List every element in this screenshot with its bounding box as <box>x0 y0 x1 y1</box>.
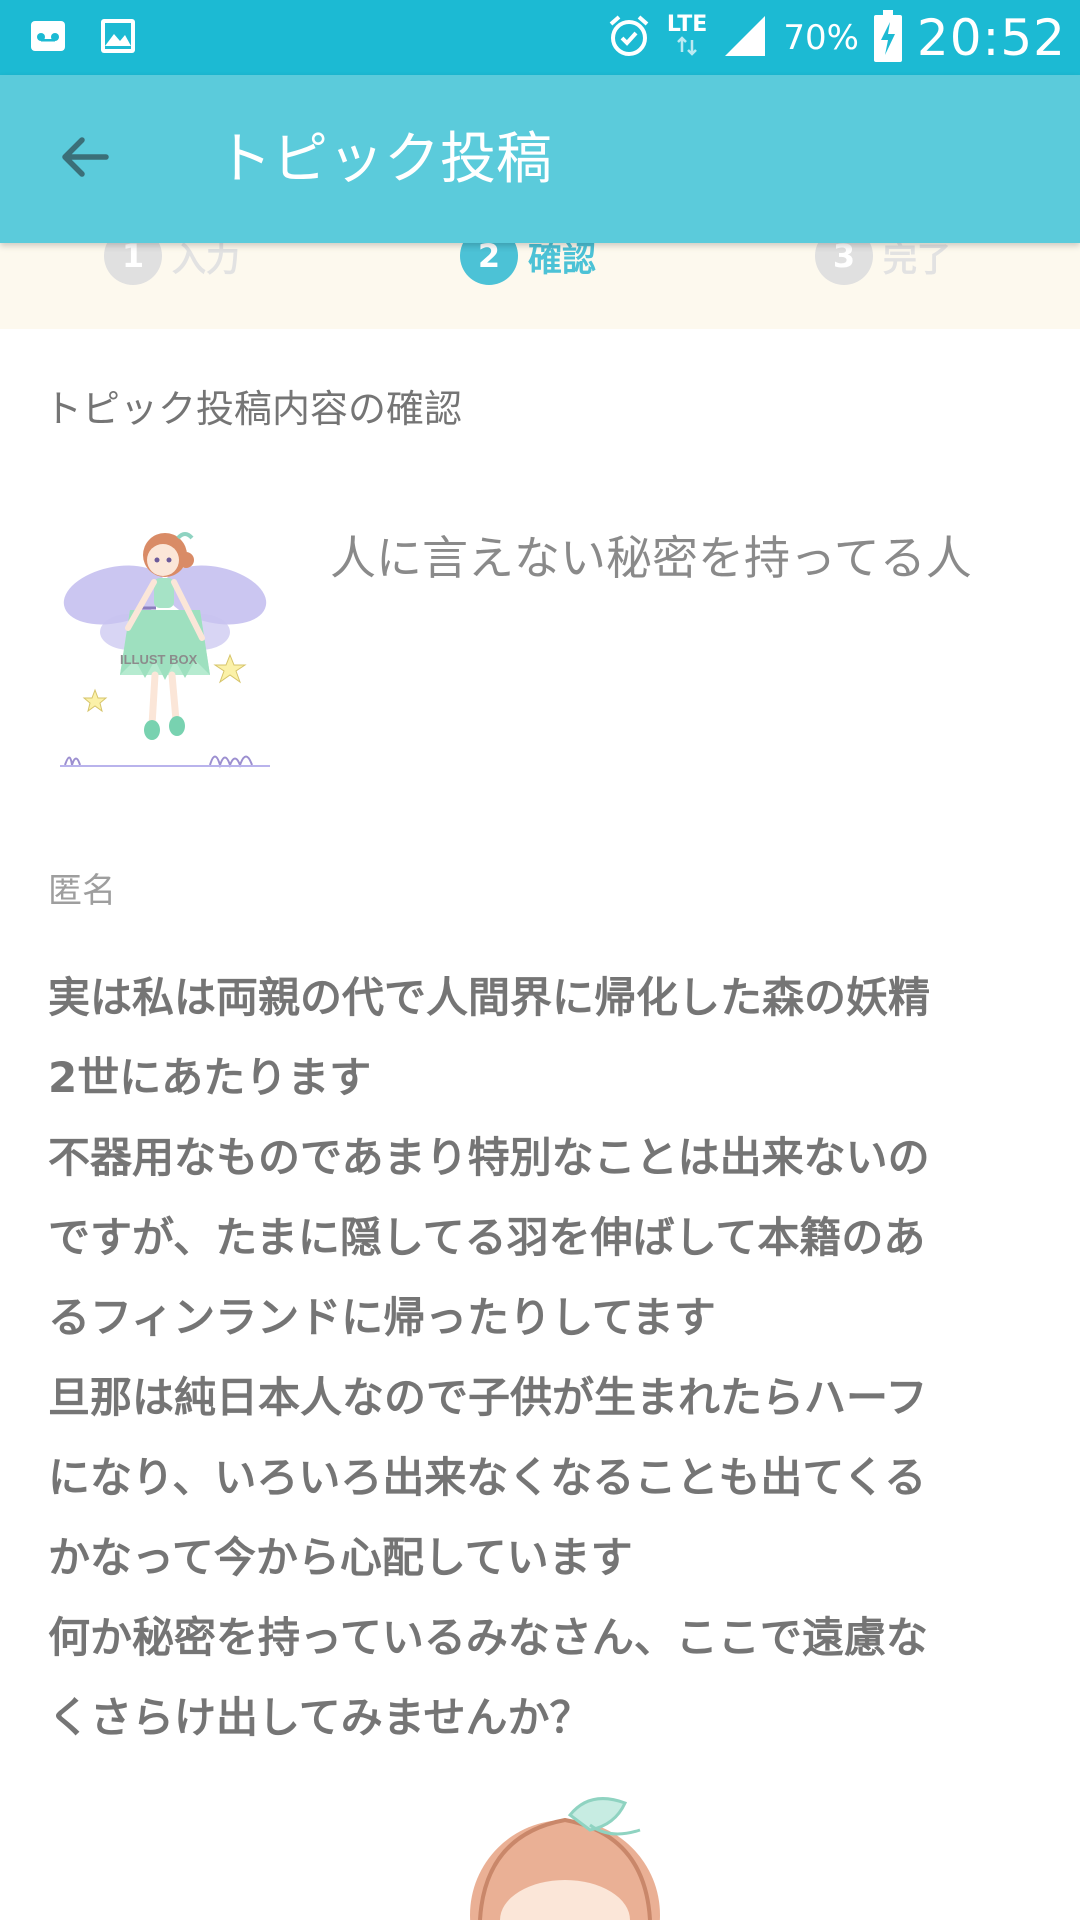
page-title: トピック投稿 <box>216 127 552 192</box>
body-line: 実は私は両親の代で人間界に帰化した森の妖精 <box>48 973 931 1022</box>
battery-percent: 70% <box>783 17 859 58</box>
body-line: るフィンランドに帰ったりしてます <box>48 1293 716 1342</box>
step-number: 3 <box>815 243 873 285</box>
step-number: 2 <box>460 243 518 285</box>
watermark-text: ILLUST BOX <box>120 652 198 667</box>
app-bar: トピック投稿 <box>0 75 1080 243</box>
topic-image: ILLUST BOX <box>60 520 270 770</box>
progress-stepper: 1 入力 2 確認 3 完了 <box>0 243 1080 329</box>
battery-charging-icon <box>873 9 903 66</box>
alarm-icon <box>605 12 653 64</box>
body-line: になり、いろいろ出来なくなることも出てくる <box>48 1453 927 1502</box>
author-name: 匿名 <box>48 871 116 911</box>
body-line: 何か秘密を持っているみなさん、ここで遠慮な <box>48 1613 928 1662</box>
topic-title: 人に言えない秘密を持ってる人 <box>330 531 972 585</box>
body-line: 旦那は純日本人なので子供が生まれたらハーフ <box>48 1373 928 1422</box>
signal-icon <box>721 12 769 64</box>
back-arrow-icon <box>58 131 110 187</box>
step-confirm: 2 確認 <box>460 243 596 285</box>
body-image <box>440 1795 700 1920</box>
step-complete: 3 完了 <box>815 243 951 285</box>
step-label: 完了 <box>883 243 951 280</box>
clock: 20:52 <box>916 8 1066 67</box>
topic-body: 実は私は両親の代で人間界に帰化した森の妖精 2世にあたります 不器用なものであま… <box>48 958 1018 1758</box>
back-button[interactable] <box>48 123 120 195</box>
network-type-label: LTE <box>666 12 708 37</box>
voicemail-icon <box>28 16 68 56</box>
step-input: 1 入力 <box>104 243 240 285</box>
lte-icon: LTE <box>667 14 707 61</box>
status-bar: LTE 70% 20:52 <box>0 0 1080 75</box>
step-label: 確認 <box>528 243 596 280</box>
image-icon <box>98 16 138 56</box>
body-line: 2世にあたります <box>48 1053 372 1102</box>
step-number: 1 <box>104 243 162 285</box>
body-line: かなって今から心配しています <box>48 1533 633 1582</box>
body-line: ですが、たまに隠してる羽を伸ばして本籍のあ <box>48 1213 926 1262</box>
body-line: くさらけ出してみませんか？ <box>48 1693 592 1742</box>
section-heading: トピック投稿内容の確認 <box>44 387 463 431</box>
step-label: 入力 <box>172 243 240 280</box>
body-line: 不器用なものであまり特別なことは出来ないの <box>48 1133 930 1182</box>
status-icons: LTE 70% 20:52 <box>605 0 1066 75</box>
